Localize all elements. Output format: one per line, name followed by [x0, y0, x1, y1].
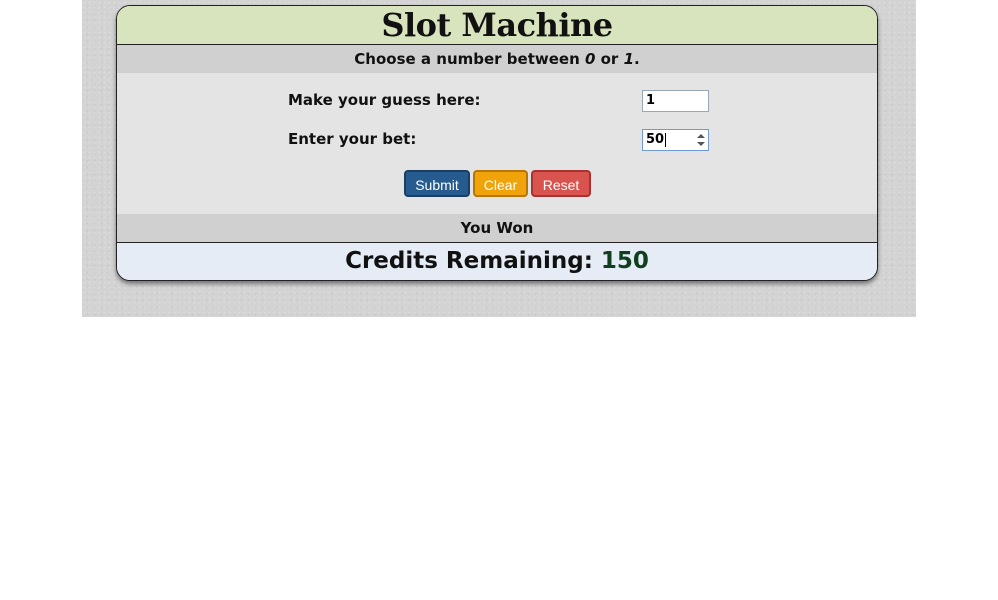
instruction-low-number: 0: [584, 50, 596, 68]
bet-input[interactable]: 50: [642, 129, 709, 151]
bet-input-value: 50: [646, 132, 665, 147]
bet-spinner[interactable]: [696, 132, 706, 148]
spinner-up-icon[interactable]: [697, 134, 705, 138]
credits-bar: Credits Remaining: 150: [117, 243, 877, 280]
credits-label: Credits Remaining:: [345, 248, 601, 274]
clear-button[interactable]: Clear: [473, 170, 528, 197]
instruction-suffix: .: [634, 50, 640, 68]
title-bar: Slot Machine: [117, 6, 877, 45]
submit-button[interactable]: Submit: [404, 170, 470, 197]
instruction-or: or: [595, 50, 624, 68]
result-message: You Won: [460, 219, 534, 237]
spinner-down-icon[interactable]: [697, 142, 705, 146]
text-cursor: [665, 132, 667, 147]
instruction-high-number: 1: [623, 50, 634, 68]
credits-value: 150: [600, 248, 649, 274]
guess-label: Make your guess here:: [288, 91, 481, 109]
instruction-bar: Choose a number between 0 or 1.: [117, 45, 877, 73]
guess-input-value: 1: [646, 93, 656, 108]
guess-input[interactable]: 1: [642, 90, 709, 112]
result-bar: You Won: [117, 214, 877, 243]
reset-button[interactable]: Reset: [531, 170, 591, 197]
slot-machine-panel: Slot Machine Choose a number between 0 o…: [116, 5, 878, 281]
guess-form: Make your guess here: 1 Enter your bet: …: [117, 73, 877, 214]
page-title: Slot Machine: [381, 6, 613, 44]
bet-label: Enter your bet:: [288, 130, 417, 148]
instruction-text: Choose a number between: [354, 50, 585, 68]
